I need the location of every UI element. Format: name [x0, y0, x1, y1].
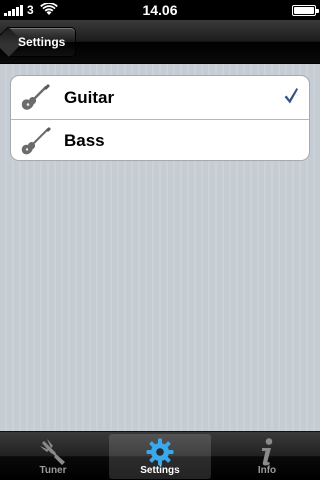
battery-icon [292, 5, 319, 16]
info-icon [262, 438, 273, 466]
back-button[interactable]: Settings [5, 27, 77, 57]
instrument-list: Guitar Bass [10, 75, 310, 161]
instrument-row-bass[interactable]: Bass [11, 119, 309, 160]
instrument-row-guitar[interactable]: Guitar [11, 76, 309, 119]
tab-tuner[interactable]: Tuner [2, 434, 104, 479]
navigation-bar: Settings [0, 20, 320, 64]
instrument-label: Guitar [64, 87, 115, 107]
checkmark-icon [284, 88, 298, 104]
tab-info[interactable]: Info [216, 434, 318, 479]
tab-bar: Tuner Settings Info [0, 431, 320, 480]
tab-label: Tuner [39, 465, 67, 476]
tuning-fork-icon [40, 439, 65, 465]
gear-icon [146, 438, 174, 466]
tab-label: Settings [140, 465, 180, 476]
tab-settings[interactable]: Settings [109, 434, 211, 479]
status-time: 14.06 [142, 2, 178, 18]
bass-icon [21, 127, 51, 155]
tab-label: Info [257, 465, 277, 476]
instrument-label: Bass [64, 130, 105, 150]
guitar-icon [21, 84, 50, 110]
status-bar: 3 14.06 [0, 0, 320, 20]
back-button-label: Settings [18, 35, 66, 49]
